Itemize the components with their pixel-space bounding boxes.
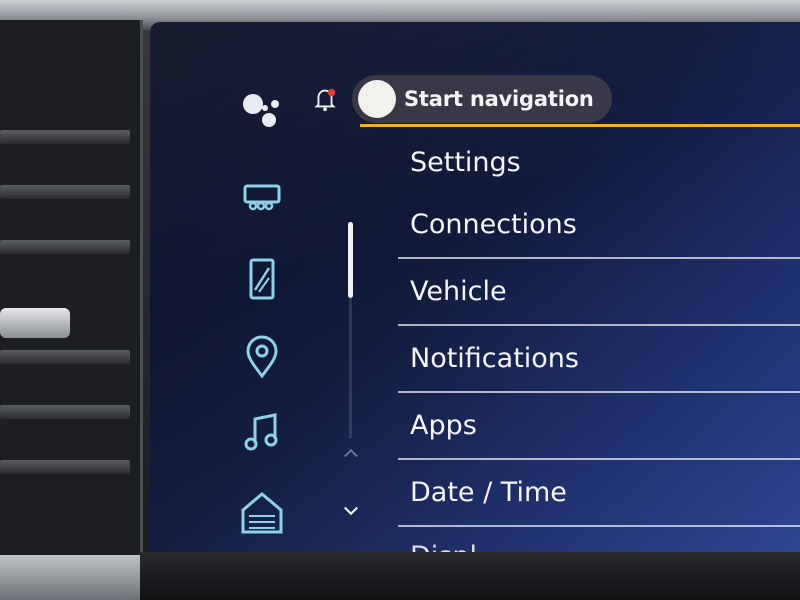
vehicle-trailer-icon[interactable] — [232, 172, 292, 222]
car-dashboard: Start navigation Settings Connections Ve… — [0, 0, 800, 600]
start-navigation-label: Start navigation — [404, 87, 594, 111]
infotainment-screen: Start navigation Settings Connections Ve… — [150, 22, 800, 552]
menu-item-date-time[interactable]: Date / Time — [398, 460, 800, 527]
top-bar: Start navigation — [310, 74, 612, 124]
vent-slat — [0, 240, 130, 254]
home-icon[interactable] — [232, 488, 292, 538]
settings-menu: Settings Connections Vehicle Notificatio… — [398, 132, 800, 552]
start-navigation-button[interactable]: Start navigation — [352, 75, 612, 123]
assistant-icon[interactable] — [232, 84, 292, 134]
notification-bell-icon[interactable] — [310, 84, 340, 114]
location-icon[interactable] — [232, 332, 292, 382]
dashboard-bezel-bottom — [140, 552, 800, 600]
scrollbar-thumb[interactable] — [348, 222, 353, 298]
vent-slat — [0, 185, 130, 199]
scrollbar-track[interactable] — [349, 298, 352, 438]
air-vent — [0, 20, 143, 560]
music-icon[interactable] — [232, 407, 292, 457]
vent-slat — [0, 350, 130, 364]
app-rail — [150, 22, 330, 552]
menu-item-display[interactable]: Displ — [398, 527, 800, 552]
vent-slat — [0, 130, 130, 144]
menu-item-apps[interactable]: Apps — [398, 393, 800, 460]
settings-header: Settings — [410, 146, 521, 178]
accent-divider — [360, 124, 800, 127]
vent-knob — [0, 308, 70, 338]
menu-item-notifications[interactable]: Notifications — [398, 326, 800, 393]
dashboard-trim — [0, 555, 150, 600]
vent-slat — [0, 405, 130, 419]
vent-slat — [0, 460, 130, 474]
menu-item-connections[interactable]: Connections — [398, 192, 800, 259]
phone-icon[interactable] — [232, 254, 292, 304]
menu-item-vehicle[interactable]: Vehicle — [398, 259, 800, 326]
navigation-avatar — [358, 80, 396, 118]
scroll-up-icon[interactable] — [336, 440, 366, 466]
scroll-down-icon[interactable] — [336, 498, 366, 524]
